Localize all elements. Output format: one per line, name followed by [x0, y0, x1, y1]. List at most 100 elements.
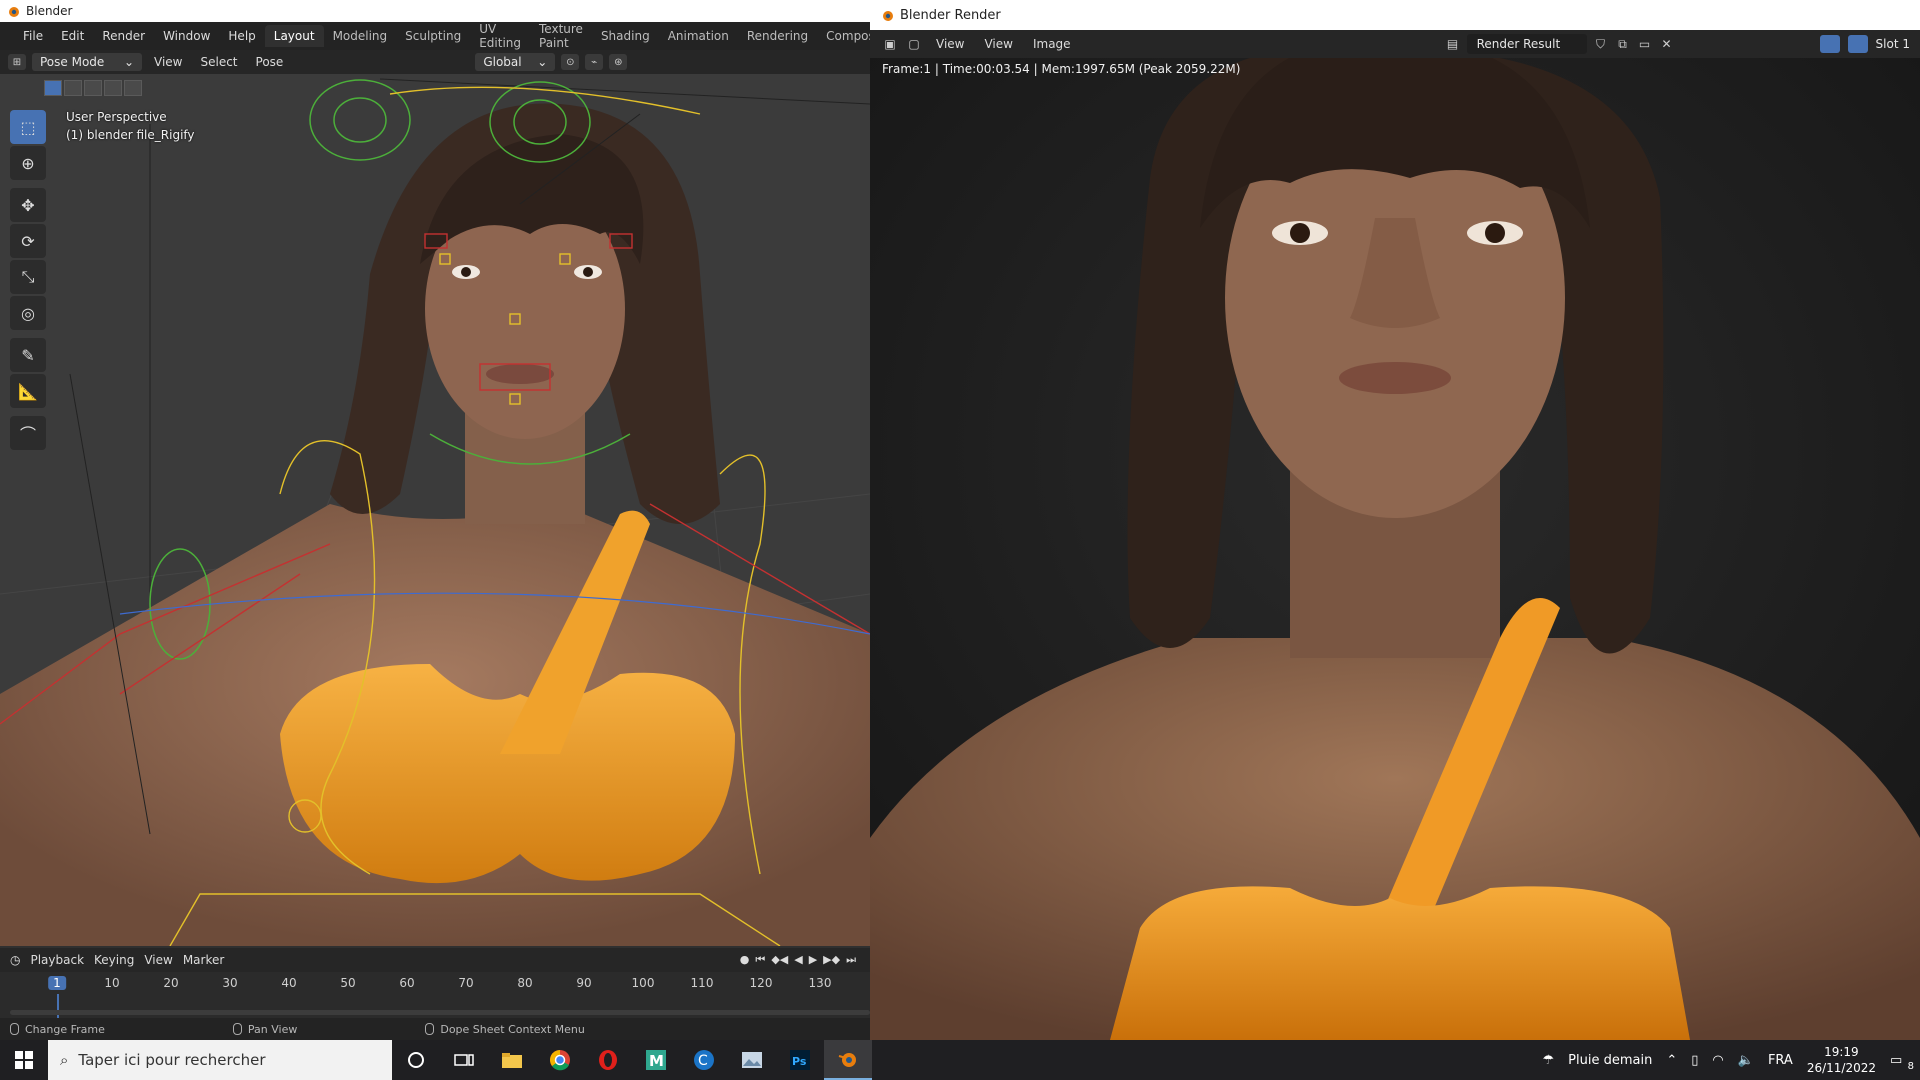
opera-icon[interactable]: [584, 1040, 632, 1080]
render-result-canvas[interactable]: Frame:1 | Time:00:03.54 | Mem:1997.65M (…: [870, 58, 1920, 1040]
menu-window[interactable]: Window: [154, 29, 219, 43]
menu-render[interactable]: Render: [93, 29, 154, 43]
language-indicator[interactable]: FRA: [1768, 1053, 1793, 1068]
main-window-title: Blender: [26, 4, 73, 18]
mode-dropdown[interactable]: Pose Mode ⌄: [32, 53, 142, 71]
viewport-menu-pose[interactable]: Pose: [250, 53, 290, 71]
3d-viewport[interactable]: User Perspective (1) blender file_Rigify…: [0, 74, 870, 946]
editor-type-icon[interactable]: ⊞: [8, 54, 26, 70]
timeline-menu-view[interactable]: View: [144, 953, 172, 967]
frame-tick: 20: [163, 976, 179, 990]
search-placeholder: Taper ici pour rechercher: [78, 1051, 266, 1069]
ccleaner-icon[interactable]: C: [680, 1040, 728, 1080]
open-folder-icon[interactable]: ▭: [1637, 36, 1653, 52]
weather-icon: ☂: [1542, 1052, 1555, 1068]
mouse-left-icon: [10, 1023, 19, 1035]
taskbar-search-box[interactable]: ⌕ Taper ici pour rechercher: [48, 1040, 392, 1080]
measure-icon[interactable]: 📐: [10, 374, 46, 408]
timeline-menu-keying[interactable]: Keying: [94, 953, 134, 967]
rotate-icon[interactable]: ⟳: [10, 224, 46, 258]
render-menu-view-dropdown[interactable]: View: [930, 35, 970, 53]
tab-rendering[interactable]: Rendering: [738, 25, 817, 47]
render-stats: Frame:1 | Time:00:03.54 | Mem:1997.65M (…: [882, 62, 1241, 76]
screen: Blender File Edit Render Window Help Lay…: [0, 0, 1920, 1080]
next-keyframe-icon[interactable]: ▶◆: [823, 953, 840, 967]
clock[interactable]: 19:19 26/11/2022: [1807, 1044, 1876, 1076]
move-icon[interactable]: ✥: [10, 188, 46, 222]
tab-shading[interactable]: Shading: [592, 25, 659, 47]
current-frame-indicator[interactable]: 1: [48, 976, 66, 990]
select-subtract-icon[interactable]: [84, 80, 102, 96]
viewport-menu-view[interactable]: View: [148, 53, 188, 71]
mail-app-icon[interactable]: M: [632, 1040, 680, 1080]
fake-user-icon[interactable]: ⛉: [1593, 36, 1609, 52]
timeline-menu-playback[interactable]: Playback: [30, 953, 84, 967]
frame-ruler[interactable]: 1 10 20 30 40 50 60 70 80 90 100 110 120…: [0, 976, 870, 994]
new-image-icon[interactable]: ⧉: [1615, 36, 1631, 52]
pivot-icon[interactable]: ⊙: [561, 54, 580, 70]
slot-selector[interactable]: Slot 1: [1876, 37, 1910, 51]
tab-modeling[interactable]: Modeling: [324, 25, 397, 47]
battery-icon[interactable]: ▯: [1691, 1053, 1698, 1068]
render-menu-view[interactable]: View: [978, 35, 1018, 53]
tab-animation[interactable]: Animation: [659, 25, 738, 47]
jump-start-icon[interactable]: ⏮: [755, 953, 765, 967]
mode-label: Pose Mode: [40, 55, 105, 69]
image-name-field[interactable]: Render Result: [1466, 34, 1587, 54]
snap-icon[interactable]: ⌁: [585, 54, 604, 70]
tab-texture-paint[interactable]: Texture Paint: [530, 18, 592, 54]
render-header-right: Slot 1: [1819, 35, 1920, 53]
overlay-toggle-icon[interactable]: [1847, 35, 1868, 53]
tool-shelf: ⬚ ⊕ ✥ ⟳ ⤡ ◎ ✎ 📐 ⌒: [10, 110, 46, 450]
proportional-edit-icon[interactable]: ⊛: [609, 54, 628, 70]
select-set-icon[interactable]: [44, 80, 62, 96]
weather-label[interactable]: Pluie demain: [1568, 1053, 1652, 1068]
select-box-icon[interactable]: ⬚: [10, 110, 46, 144]
select-extend-icon[interactable]: [64, 80, 82, 96]
frame-tick: 60: [399, 976, 415, 990]
jump-end-icon[interactable]: ⏭: [846, 953, 856, 967]
volume-icon[interactable]: 🔈: [1738, 1053, 1754, 1068]
menu-help[interactable]: Help: [219, 29, 264, 43]
chrome-icon[interactable]: [536, 1040, 584, 1080]
timeline-scrollbar[interactable]: [10, 1010, 870, 1015]
relax-pose-icon[interactable]: ⌒: [10, 416, 46, 450]
prev-keyframe-icon[interactable]: ◆◀: [771, 953, 788, 967]
photoshop-icon[interactable]: Ps: [776, 1040, 824, 1080]
menu-edit[interactable]: Edit: [52, 29, 93, 43]
record-icon[interactable]: ●: [740, 953, 750, 967]
notifications-icon[interactable]: ▭ 8: [1890, 1053, 1914, 1072]
viewport-menu-select[interactable]: Select: [194, 53, 243, 71]
image-mode-icon[interactable]: ▢: [906, 36, 922, 52]
select-intersect-icon[interactable]: [124, 80, 142, 96]
tab-layout[interactable]: Layout: [264, 25, 324, 47]
menu-file[interactable]: File: [14, 29, 52, 43]
gizmo-toggle-icon[interactable]: [1819, 35, 1840, 53]
tab-uv-editing[interactable]: UV Editing: [470, 18, 530, 54]
timeline-editor-icon[interactable]: ◷: [10, 953, 20, 967]
timeline[interactable]: 1 10 20 30 40 50 60 70 80 90 100 110 120…: [0, 972, 870, 1018]
timeline-menu-marker[interactable]: Marker: [183, 953, 224, 967]
render-menu-image[interactable]: Image: [1027, 35, 1077, 53]
tab-sculpting[interactable]: Sculpting: [396, 25, 470, 47]
frame-tick: 90: [576, 976, 592, 990]
blender-taskbar-icon[interactable]: [824, 1040, 872, 1080]
file-explorer-icon[interactable]: [488, 1040, 536, 1080]
image-viewer-icon[interactable]: [728, 1040, 776, 1080]
transform-icon[interactable]: ◎: [10, 296, 46, 330]
select-invert-icon[interactable]: [104, 80, 122, 96]
cursor-icon[interactable]: ⊕: [10, 146, 46, 180]
network-icon[interactable]: ◠: [1712, 1053, 1723, 1068]
play-icon[interactable]: ▶: [809, 953, 817, 967]
chevron-up-icon[interactable]: ⌃: [1666, 1053, 1677, 1068]
image-browse-icon[interactable]: ▤: [1445, 36, 1461, 52]
windows-start-icon[interactable]: [0, 1040, 48, 1080]
play-reverse-icon[interactable]: ◀: [794, 953, 802, 967]
annotate-icon[interactable]: ✎: [10, 338, 46, 372]
editor-type-icon[interactable]: ▣: [882, 36, 898, 52]
cortana-icon[interactable]: [392, 1040, 440, 1080]
task-view-icon[interactable]: [440, 1040, 488, 1080]
close-icon[interactable]: ✕: [1659, 36, 1675, 52]
orientation-dropdown[interactable]: Global ⌄: [475, 53, 556, 71]
scale-icon[interactable]: ⤡: [10, 260, 46, 294]
